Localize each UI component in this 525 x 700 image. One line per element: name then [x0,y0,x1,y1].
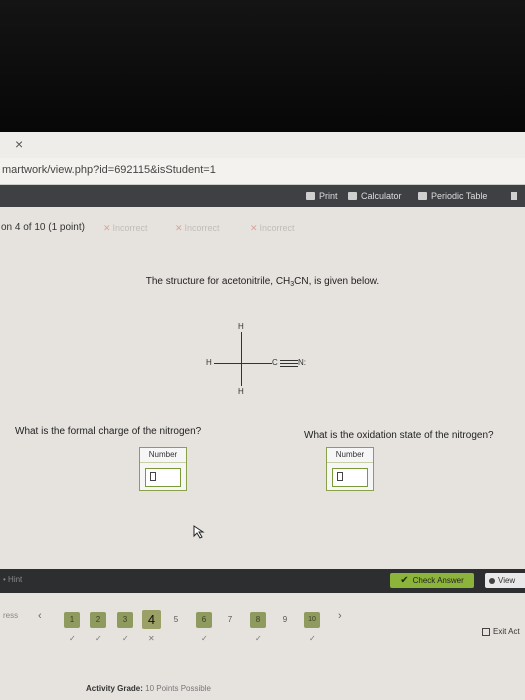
view-solution-button[interactable]: View [485,573,525,588]
next-arrow-icon[interactable]: › [338,610,342,622]
x-icon: ✕ [250,223,258,233]
periodic-table-icon [418,192,427,200]
atom-h-bottom: H [238,387,244,396]
check-icon: ✓ [69,634,76,643]
oxidation-state-question: What is the oxidation state of the nitro… [304,430,494,441]
check-icon: ✓ [122,634,129,643]
question-prompt: The structure for acetonitrile, CH3CN, i… [145,276,380,288]
question-header: on 4 of 10 (1 point) ✕ Incorrect ✕ Incorre… [0,220,525,238]
atom-n: N: [298,358,306,367]
close-tab-icon[interactable]: × [15,136,23,152]
x-icon: ✕ [103,223,111,233]
question-2-button[interactable]: 2 [90,612,106,628]
browser-window: × martwork/view.php?id=692115&isStudent=… [0,132,525,700]
question-6-button[interactable]: 6 [196,612,212,628]
grade-label: Activity Grade: [86,684,143,693]
check-icon: ✓ [309,634,316,643]
calculator-button[interactable]: Calculator [348,189,402,203]
attempt-indicator: ✕ Incorrect [175,223,220,233]
text-cursor-icon [150,472,156,481]
question-7-button[interactable]: 7 [222,612,238,628]
question-8-button[interactable]: 8 [250,612,266,628]
x-icon: ✕ [175,223,183,233]
periodic-table-label: Periodic Table [431,191,488,201]
number-label: Number [140,448,186,463]
bullet-icon: • [3,575,6,584]
periodic-table-button[interactable]: Periodic Table [418,189,487,203]
oxidation-state-answer-box: Number [326,447,374,491]
exit-icon [482,627,490,636]
question-5-button[interactable]: 5 [168,612,184,628]
bond-horizontal [214,363,272,364]
calculator-icon [348,192,357,200]
triple-bond-line [280,363,298,364]
acetonitrile-structure: H H H C N: [200,322,330,402]
previous-label[interactable]: ress [3,611,18,620]
question-1-button[interactable]: 1 [64,612,80,628]
prev-arrow-icon[interactable]: ‹ [38,610,42,622]
bond-vertical [241,332,242,386]
formal-charge-input[interactable] [145,468,181,487]
print-button[interactable]: Print [306,189,338,203]
question-10-button[interactable]: 10 [304,612,320,628]
url-text[interactable]: martwork/view.php?id=692115&isStudent=1 [2,164,216,176]
mouse-pointer-icon [193,525,205,539]
text-cursor-icon [337,472,343,481]
grade-value: 10 Points Possible [145,684,211,693]
check-answer-button[interactable]: ✔ Check Answer [390,573,474,588]
formal-charge-answer-box: Number [139,447,187,491]
tab-strip: × [0,132,525,158]
exit-activity-button[interactable]: Exit Act [482,627,520,636]
question-9-button[interactable]: 9 [277,612,293,628]
check-icon: ✓ [201,634,208,643]
monitor-bezel [0,0,525,132]
activity-grade: Activity Grade: 10 Points Possible [86,684,211,693]
check-icon: ✓ [255,634,262,643]
assignment-toolbar: Print Calculator Periodic Table [0,185,525,207]
atom-h-left: H [206,358,212,367]
x-icon: ✕ [148,634,155,643]
formal-charge-question: What is the formal charge of the nitroge… [15,426,202,437]
question-number: on 4 of 10 (1 point) [1,222,85,233]
ebook-button[interactable] [511,189,523,203]
calculator-label: Calculator [361,191,402,201]
printer-icon [306,192,315,200]
attempt-indicator: ✕ Incorrect [103,223,148,233]
checkmark-icon: ✔ [400,575,409,586]
hint-button[interactable]: • Hint [3,575,22,584]
atom-c: C [272,358,278,367]
address-bar[interactable]: martwork/view.php?id=692115&isStudent=1 [0,158,525,185]
check-icon: ✓ [95,634,102,643]
atom-h-top: H [238,322,244,331]
question-3-button[interactable]: 3 [117,612,133,628]
triple-bond-line [280,360,298,361]
location-pin-icon [489,577,495,584]
oxidation-state-input[interactable] [332,468,368,487]
print-label: Print [319,191,338,201]
number-label: Number [327,448,373,463]
attempt-indicator: ✕ Incorrect [250,223,295,233]
book-icon [511,192,517,200]
question-4-button[interactable]: 4 [142,610,161,629]
action-bar: • Hint ✔ Check Answer View [0,569,525,593]
triple-bond-line [280,366,298,367]
